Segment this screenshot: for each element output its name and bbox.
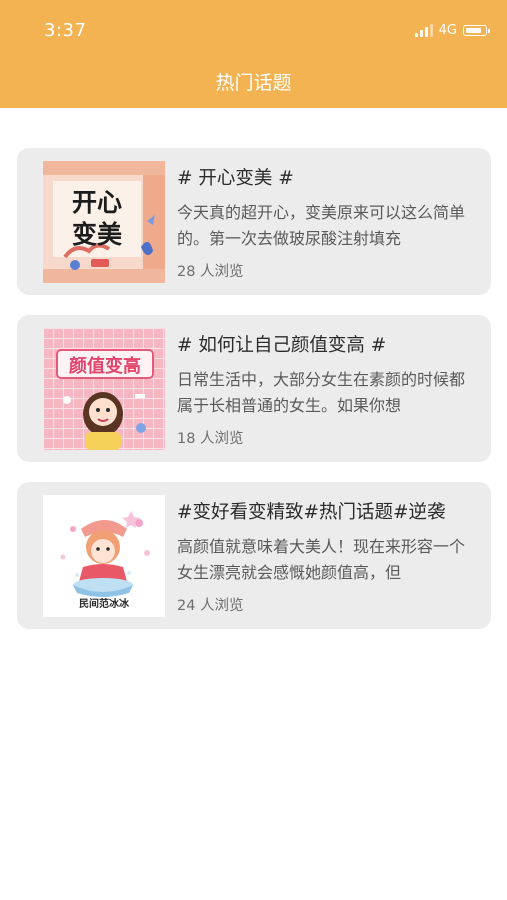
thumbnail-text-beauty: 变美 — [72, 220, 122, 249]
topic-card-raise-looks[interactable]: 颜值变高 # 如何让自己颜值变高 # 日常生活中，大部分女生在素颜的时候都属于长… — [17, 315, 491, 462]
topic-thumbnail: 民间范冰冰 — [43, 495, 165, 617]
topic-description: 日常生活中，大部分女生在素颜的时候都属于长相普通的女生。如果你想 — [177, 370, 466, 415]
topic-view-count: 24 人浏览 — [177, 598, 244, 614]
thumbnail-text-happy: 开心 — [72, 188, 122, 217]
topic-view-count: 28 人浏览 — [177, 264, 244, 280]
page-title: 热门话题 — [215, 72, 292, 94]
topic-title: # 开心变美 # — [177, 168, 294, 189]
topic-title: #变好看变精致#热门话题#逆袭 — [177, 502, 446, 523]
topic-description: 今天真的超开心，变美原来可以这么简单的。第一次去做玻尿酸注射填充 — [177, 203, 466, 248]
network-type: 4G — [438, 23, 457, 38]
topic-thumbnail: 开心 变美 — [43, 161, 165, 283]
status-indicators: 4G — [414, 23, 490, 38]
signal-icon — [414, 24, 433, 37]
topic-card-happy-beauty[interactable]: 开心 变美 # 开心变美 # 今天真的超开心，变美原来可以这么简单的。第一次去做… — [17, 148, 491, 295]
topic-card-glow-up[interactable]: 民间范冰冰 #变好看变精致#热门话题#逆袭 高颜值就意味着大美人！现在来形容一个… — [17, 482, 491, 629]
topic-view-count: 18 人浏览 — [177, 431, 244, 447]
app-header: 3:37 4G 热门话题 — [0, 0, 507, 108]
battery-icon — [463, 25, 490, 36]
topic-thumbnail: 颜值变高 — [43, 328, 165, 450]
topic-title: # 如何让自己颜值变高 # — [177, 335, 387, 356]
thumbnail-text-looks-up: 颜值变高 — [69, 355, 141, 377]
thumbnail-text-caption: 民间范冰冰 — [79, 597, 130, 610]
topic-description: 高颜值就意味着大美人！现在来形容一个女生漂亮就会感慨她颜值高，但 — [177, 537, 466, 582]
status-time: 3:37 — [44, 20, 87, 41]
